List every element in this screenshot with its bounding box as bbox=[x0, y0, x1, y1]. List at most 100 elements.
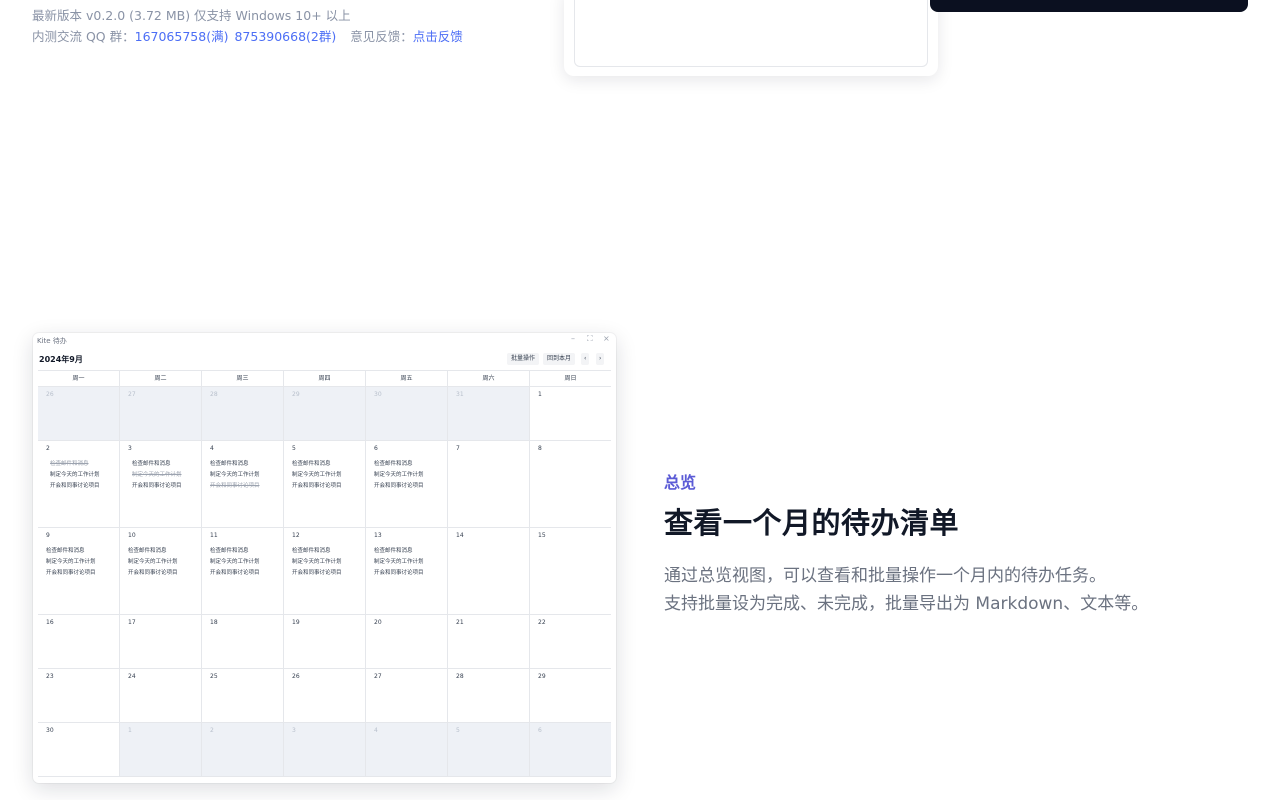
day-cell[interactable]: 3 检查邮件和消息 制定今天的工作计划 开会和同事讨论项目 bbox=[120, 441, 202, 527]
task-item[interactable]: 制定今天的工作计划 bbox=[374, 557, 445, 568]
day-cell[interactable]: 16 bbox=[38, 615, 120, 668]
day-cell[interactable]: 27 bbox=[366, 669, 448, 722]
task-item[interactable]: 制定今天的工作计划 bbox=[46, 470, 117, 481]
task-item[interactable]: 制定今天的工作计划 bbox=[46, 557, 117, 568]
task-item[interactable]: 制定今天的工作计划 bbox=[210, 557, 281, 568]
day-cell[interactable]: 4 检查邮件和消息 制定今天的工作计划 开会和同事讨论项目 bbox=[202, 441, 284, 527]
day-cell[interactable]: 18 bbox=[202, 615, 284, 668]
day-cell[interactable]: 7 bbox=[448, 441, 530, 527]
day-number: 30 bbox=[46, 727, 54, 734]
task-item[interactable]: 开会和同事讨论项目 bbox=[128, 568, 199, 579]
back-to-month-button[interactable]: 回到本月 bbox=[543, 353, 576, 365]
week-row: 30 1 2 3 4 5 6 bbox=[38, 723, 611, 777]
day-cell[interactable]: 29 bbox=[284, 387, 366, 440]
day-cell[interactable]: 6 检查邮件和消息 制定今天的工作计划 开会和同事讨论项目 bbox=[366, 441, 448, 527]
day-cell[interactable]: 26 bbox=[38, 387, 120, 440]
day-cell[interactable]: 1 bbox=[530, 387, 611, 440]
day-cell[interactable]: 17 bbox=[120, 615, 202, 668]
chevron-left-icon[interactable]: ‹ bbox=[581, 353, 590, 365]
day-cell[interactable]: 10 检查邮件和消息 制定今天的工作计划 开会和同事讨论项目 bbox=[120, 528, 202, 614]
day-number: 3 bbox=[292, 727, 296, 734]
task-item[interactable]: 检查邮件和消息 bbox=[292, 546, 363, 557]
task-item[interactable]: 开会和同事讨论项目 bbox=[210, 481, 281, 492]
day-cell[interactable]: 27 bbox=[120, 387, 202, 440]
task-item[interactable]: 制定今天的工作计划 bbox=[128, 557, 199, 568]
task-item[interactable]: 制定今天的工作计划 bbox=[374, 470, 445, 481]
close-icon[interactable]: × bbox=[603, 334, 610, 343]
day-cell[interactable]: 28 bbox=[202, 387, 284, 440]
day-cell[interactable]: 21 bbox=[448, 615, 530, 668]
feedback-link[interactable]: 点击反馈 bbox=[413, 29, 463, 44]
task-item[interactable]: 检查邮件和消息 bbox=[374, 546, 445, 557]
task-item[interactable]: 开会和同事讨论项目 bbox=[292, 481, 363, 492]
task-item[interactable]: 检查邮件和消息 bbox=[128, 459, 199, 470]
task-item[interactable]: 检查邮件和消息 bbox=[292, 459, 363, 470]
task-item[interactable]: 制定今天的工作计划 bbox=[210, 470, 281, 481]
day-cell[interactable]: 20 bbox=[366, 615, 448, 668]
batch-operate-button[interactable]: 批量操作 bbox=[507, 353, 540, 365]
day-number: 5 bbox=[292, 445, 296, 452]
task-list: 检查邮件和消息 制定今天的工作计划 开会和同事讨论项目 bbox=[128, 459, 199, 492]
qq-group-1-link[interactable]: 167065758(满) bbox=[135, 29, 229, 44]
task-item[interactable]: 开会和同事讨论项目 bbox=[46, 568, 117, 579]
day-cell[interactable]: 22 bbox=[530, 615, 611, 668]
day-number: 1 bbox=[128, 727, 132, 734]
day-cell[interactable]: 4 bbox=[366, 723, 448, 776]
feature-tag: 总览 bbox=[664, 473, 697, 492]
task-item[interactable]: 检查邮件和消息 bbox=[128, 546, 199, 557]
day-cell[interactable]: 9 检查邮件和消息 制定今天的工作计划 开会和同事讨论项目 bbox=[38, 528, 120, 614]
day-cell[interactable]: 29 bbox=[530, 669, 611, 722]
day-number: 21 bbox=[456, 619, 464, 626]
day-number: 20 bbox=[374, 619, 382, 626]
day-cell[interactable]: 2 检查邮件和消息 制定今天的工作计划 开会和同事讨论项目 bbox=[38, 441, 120, 527]
day-number: 22 bbox=[538, 619, 546, 626]
task-item[interactable]: 检查邮件和消息 bbox=[210, 459, 281, 470]
day-cell[interactable]: 3 bbox=[284, 723, 366, 776]
day-cell[interactable]: 5 检查邮件和消息 制定今天的工作计划 开会和同事讨论项目 bbox=[284, 441, 366, 527]
task-item[interactable]: 制定今天的工作计划 bbox=[292, 557, 363, 568]
task-item[interactable]: 检查邮件和消息 bbox=[46, 546, 117, 557]
day-cell[interactable]: 12 检查邮件和消息 制定今天的工作计划 开会和同事讨论项目 bbox=[284, 528, 366, 614]
day-cell[interactable]: 30 bbox=[38, 723, 120, 776]
day-cell[interactable]: 31 bbox=[448, 387, 530, 440]
qq-group-2-link[interactable]: 875390668(2群) bbox=[234, 29, 336, 44]
day-cell[interactable]: 25 bbox=[202, 669, 284, 722]
day-cell[interactable]: 15 bbox=[530, 528, 611, 614]
day-cell[interactable]: 24 bbox=[120, 669, 202, 722]
day-cell[interactable]: 19 bbox=[284, 615, 366, 668]
window-title: Kite 待办 bbox=[37, 337, 67, 345]
day-cell[interactable]: 11 检查邮件和消息 制定今天的工作计划 开会和同事讨论项目 bbox=[202, 528, 284, 614]
day-cell[interactable]: 8 bbox=[530, 441, 611, 527]
day-cell[interactable]: 26 bbox=[284, 669, 366, 722]
task-item[interactable]: 检查邮件和消息 bbox=[210, 546, 281, 557]
day-cell[interactable]: 14 bbox=[448, 528, 530, 614]
day-cell[interactable]: 30 bbox=[366, 387, 448, 440]
day-cell[interactable]: 13 检查邮件和消息 制定今天的工作计划 开会和同事讨论项目 bbox=[366, 528, 448, 614]
task-list: 检查邮件和消息 制定今天的工作计划 开会和同事讨论项目 bbox=[210, 546, 281, 579]
task-item[interactable]: 开会和同事讨论项目 bbox=[210, 568, 281, 579]
task-item[interactable]: 制定今天的工作计划 bbox=[128, 470, 199, 481]
task-item[interactable]: 开会和同事讨论项目 bbox=[128, 481, 199, 492]
chevron-right-icon[interactable]: › bbox=[596, 353, 605, 365]
day-cell[interactable]: 1 bbox=[120, 723, 202, 776]
day-number: 11 bbox=[210, 532, 218, 539]
task-item[interactable]: 开会和同事讨论项目 bbox=[374, 568, 445, 579]
week-row: 23 24 25 26 27 28 29 bbox=[38, 669, 611, 723]
task-item[interactable]: 检查邮件和消息 bbox=[46, 459, 117, 470]
maximize-icon[interactable]: ⛶ bbox=[587, 334, 593, 344]
day-cell[interactable]: 5 bbox=[448, 723, 530, 776]
task-item[interactable]: 开会和同事讨论项目 bbox=[46, 481, 117, 492]
task-item[interactable]: 检查邮件和消息 bbox=[374, 459, 445, 470]
task-item[interactable]: 开会和同事讨论项目 bbox=[374, 481, 445, 492]
task-list: 检查邮件和消息 制定今天的工作计划 开会和同事讨论项目 bbox=[46, 546, 117, 579]
day-cell[interactable]: 28 bbox=[448, 669, 530, 722]
day-number: 1 bbox=[538, 391, 542, 398]
task-item[interactable]: 制定今天的工作计划 bbox=[292, 470, 363, 481]
day-number: 13 bbox=[374, 532, 382, 539]
minimize-icon[interactable]: – bbox=[571, 334, 575, 343]
day-number: 6 bbox=[538, 727, 542, 734]
day-cell[interactable]: 2 bbox=[202, 723, 284, 776]
day-cell[interactable]: 6 bbox=[530, 723, 611, 776]
day-cell[interactable]: 23 bbox=[38, 669, 120, 722]
task-item[interactable]: 开会和同事讨论项目 bbox=[292, 568, 363, 579]
